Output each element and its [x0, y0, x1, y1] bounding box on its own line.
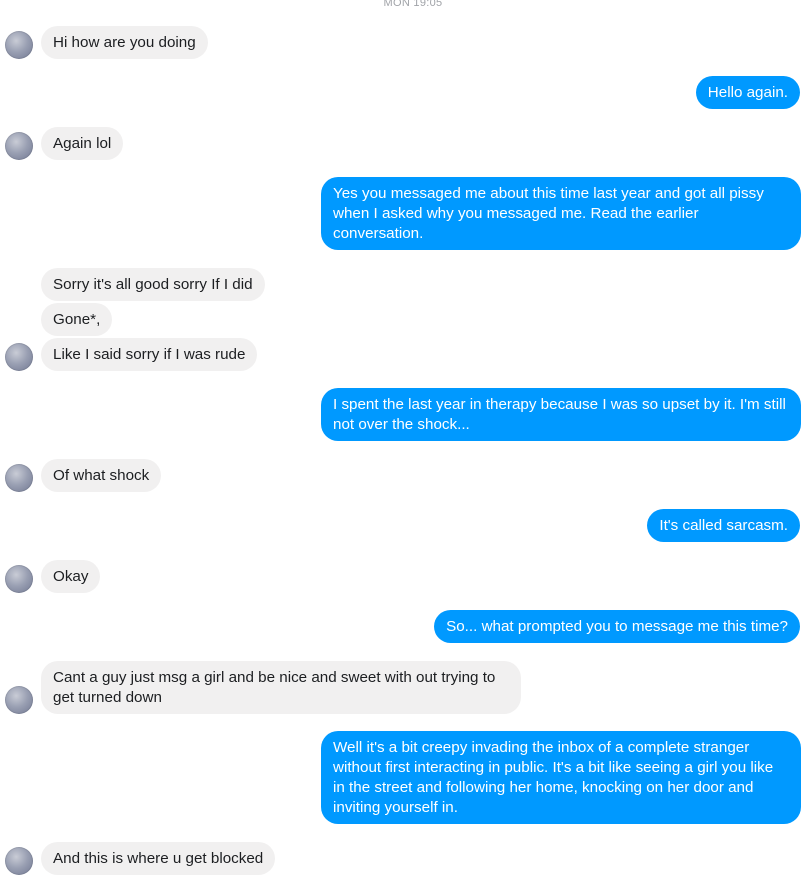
contact-avatar[interactable]	[5, 31, 33, 59]
incoming-message[interactable]: And this is where u get blocked	[41, 842, 276, 875]
outgoing-message[interactable]: Well it's a bit creepy invading the inbo…	[321, 731, 801, 824]
contact-avatar[interactable]	[5, 132, 33, 160]
incoming-message[interactable]: Sorry it's all good sorry If I did	[41, 268, 265, 301]
outgoing-message[interactable]: So... what prompted you to message me th…	[434, 610, 800, 643]
message-timestamp: MON 19:05	[383, 0, 443, 9]
outgoing-message[interactable]: It's called sarcasm.	[647, 509, 800, 542]
incoming-message[interactable]: Like I said sorry if I was rude	[41, 338, 258, 371]
contact-avatar[interactable]	[5, 464, 33, 492]
incoming-message[interactable]: Cant a guy just msg a girl and be nice a…	[41, 661, 521, 714]
incoming-message[interactable]: Again lol	[41, 127, 124, 160]
contact-avatar[interactable]	[5, 847, 33, 875]
outgoing-message[interactable]: Yes you messaged me about this time last…	[321, 177, 801, 250]
outgoing-message[interactable]: I spent the last year in therapy because…	[321, 388, 801, 441]
incoming-message[interactable]: Okay	[41, 560, 101, 593]
incoming-message[interactable]: Gone*,	[41, 303, 113, 336]
incoming-message[interactable]: Of what shock	[41, 459, 162, 492]
contact-avatar[interactable]	[5, 565, 33, 593]
contact-avatar[interactable]	[5, 343, 33, 371]
outgoing-message[interactable]: Hello again.	[695, 76, 800, 109]
contact-avatar[interactable]	[5, 686, 33, 714]
incoming-message[interactable]: Hi how are you doing	[41, 26, 208, 59]
